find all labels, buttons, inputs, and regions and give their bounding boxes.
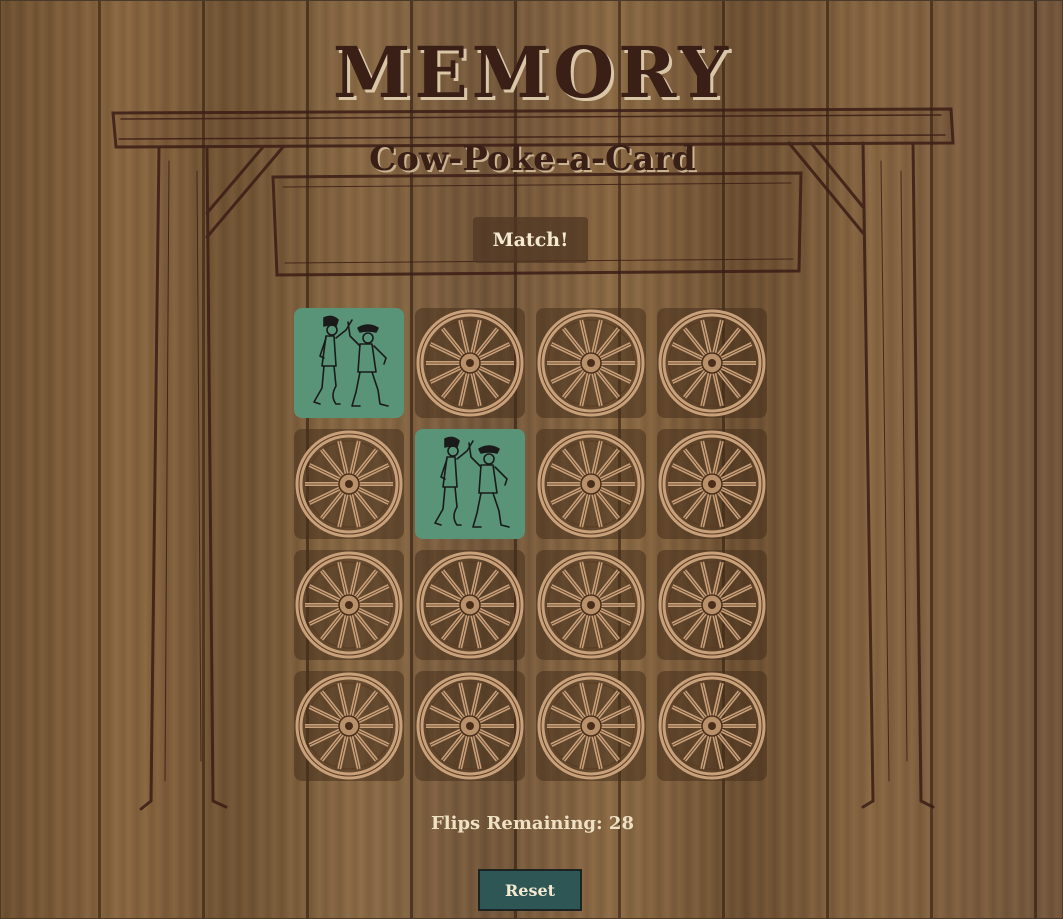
wagon-wheel-icon (416, 309, 524, 417)
memory-card-face-down[interactable] (294, 550, 404, 660)
memory-card-face-down[interactable] (657, 671, 767, 781)
wagon-wheel-icon (658, 430, 766, 538)
wagon-wheel-icon (658, 672, 766, 780)
wagon-wheel-icon (658, 309, 766, 417)
memory-card-face-up[interactable] (294, 308, 404, 418)
game-title: MEMORY (332, 31, 733, 114)
wagon-wheel-icon (658, 551, 766, 659)
wagon-wheel-icon (537, 672, 645, 780)
memory-card-face-down[interactable] (536, 308, 646, 418)
reset-button[interactable]: Reset (478, 869, 582, 911)
dancing-cowboys-icon (434, 436, 510, 528)
flips-remaining-counter: Flips Remaining: 28 (431, 813, 634, 834)
match-status-message: Match! (473, 217, 588, 263)
memory-card-face-down[interactable] (294, 429, 404, 539)
wagon-wheel-icon (537, 551, 645, 659)
memory-card-face-down[interactable] (657, 429, 767, 539)
card-grid (294, 308, 767, 781)
memory-card-face-down[interactable] (415, 671, 525, 781)
wagon-wheel-icon (537, 309, 645, 417)
memory-card-face-down[interactable] (415, 550, 525, 660)
wagon-wheel-icon (416, 551, 524, 659)
memory-card-face-down[interactable] (657, 550, 767, 660)
wagon-wheel-icon (416, 672, 524, 780)
game-subtitle: Cow-Poke-a-Card (369, 139, 696, 179)
memory-card-face-down[interactable] (294, 671, 404, 781)
dancing-cowboys-icon (313, 315, 389, 407)
wagon-wheel-icon (295, 672, 403, 780)
memory-card-face-up[interactable] (415, 429, 525, 539)
wagon-wheel-icon (295, 551, 403, 659)
memory-card-face-down[interactable] (657, 308, 767, 418)
wagon-wheel-icon (537, 430, 645, 538)
memory-card-face-down[interactable] (536, 671, 646, 781)
memory-card-face-down[interactable] (536, 429, 646, 539)
memory-card-face-down[interactable] (536, 550, 646, 660)
wagon-wheel-icon (295, 430, 403, 538)
memory-card-face-down[interactable] (415, 308, 525, 418)
